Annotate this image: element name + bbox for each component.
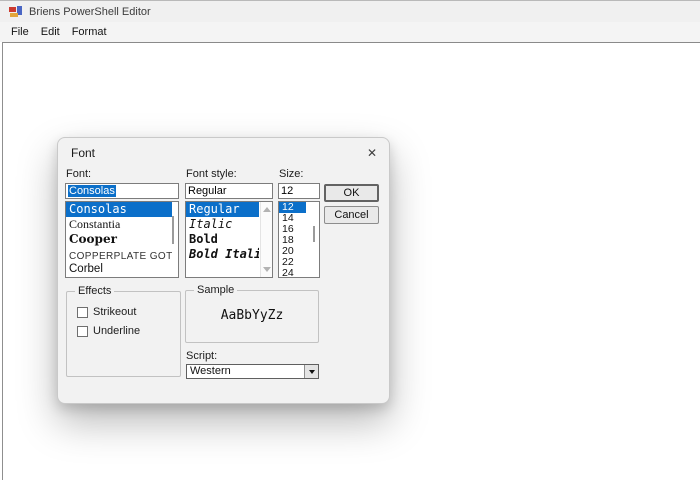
font-style-label: Font style: <box>186 168 237 180</box>
underline-checkbox[interactable] <box>77 326 88 337</box>
window-titlebar[interactable]: Briens PowerShell Editor <box>0 0 700 22</box>
size-list-scrollbar[interactable] <box>313 226 315 242</box>
strikeout-label: Strikeout <box>93 306 136 318</box>
size-input-value: 12 <box>281 185 293 197</box>
font-style-list-item[interactable]: Bold Italic <box>186 247 259 262</box>
size-list-item[interactable]: 24 <box>279 268 306 278</box>
font-list-item[interactable]: Corbel <box>66 262 172 277</box>
menu-file[interactable]: File <box>5 23 35 41</box>
font-label: Font: <box>66 168 91 180</box>
menu-edit[interactable]: Edit <box>35 23 66 41</box>
font-list-scrollbar[interactable] <box>172 216 174 244</box>
font-list-item[interactable]: Constantia <box>66 217 172 232</box>
size-list[interactable]: 12 14 16 18 20 22 24 <box>278 201 320 278</box>
strikeout-checkbox[interactable] <box>77 307 88 318</box>
scroll-down-icon[interactable] <box>263 267 271 272</box>
ok-button[interactable]: OK <box>324 184 379 202</box>
scroll-up-icon[interactable] <box>263 207 271 212</box>
menu-format[interactable]: Format <box>66 23 113 41</box>
underline-label: Underline <box>93 325 140 337</box>
close-icon[interactable]: ✕ <box>363 144 381 162</box>
script-label: Script: <box>186 350 217 362</box>
font-style-list-item[interactable]: Regular <box>186 202 259 217</box>
font-style-list-item[interactable]: Bold <box>186 232 259 247</box>
font-list-item[interactable]: Cooper <box>66 232 172 247</box>
script-dropdown-value: Western <box>190 365 231 378</box>
app-icon <box>9 6 22 18</box>
sample-group: Sample AaBbYyZz <box>185 290 319 343</box>
screen: Briens PowerShell Editor File Edit Forma… <box>0 0 700 496</box>
font-dialog: Font ✕ Font: Font style: Size: Consolas … <box>57 137 390 404</box>
font-list[interactable]: Consolas Constantia Cooper COPPERPLATE G… <box>65 201 179 278</box>
chevron-down-icon <box>309 370 315 374</box>
sample-text: AaBbYyZz <box>186 308 318 323</box>
font-list-item[interactable]: COPPERPLATE GOT <box>66 247 172 262</box>
font-style-list-item[interactable]: Italic <box>186 217 259 232</box>
window-title: Briens PowerShell Editor <box>29 6 151 18</box>
font-list-item[interactable]: Consolas <box>66 202 172 217</box>
script-dropdown[interactable]: Western <box>186 364 319 379</box>
effects-group: Effects Strikeout Underline <box>66 291 181 377</box>
font-style-scrollbar[interactable] <box>260 202 272 277</box>
size-label: Size: <box>279 168 303 180</box>
font-input-value: Consolas <box>68 185 116 197</box>
font-style-list[interactable]: Regular Italic Bold Bold Italic <box>185 201 273 278</box>
font-style-input-value: Regular <box>188 185 227 197</box>
menu-bar: File Edit Format <box>0 22 700 42</box>
dropdown-button[interactable] <box>304 365 318 378</box>
font-style-input[interactable]: Regular <box>185 183 273 199</box>
dialog-title: Font <box>71 146 95 160</box>
size-input[interactable]: 12 <box>278 183 320 199</box>
strikeout-checkbox-row[interactable]: Strikeout <box>77 306 136 318</box>
underline-checkbox-row[interactable]: Underline <box>77 325 140 337</box>
effects-group-title: Effects <box>75 285 114 297</box>
sample-group-title: Sample <box>194 284 237 296</box>
cancel-button[interactable]: Cancel <box>324 206 379 224</box>
font-input[interactable]: Consolas <box>65 183 179 199</box>
